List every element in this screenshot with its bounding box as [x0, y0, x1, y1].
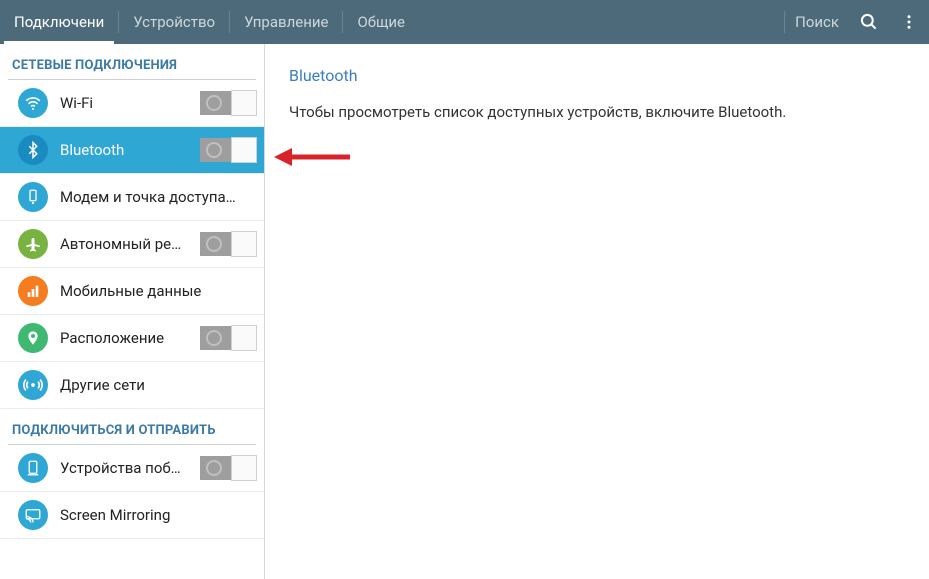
- nearby-devices-icon: [18, 453, 48, 483]
- other-networks-icon: [18, 370, 48, 400]
- section-header-connect-send: ПОДКЛЮЧИТЬСЯ И ОТПРАВИТЬ: [0, 409, 264, 444]
- sidebar-item-location[interactable]: Расположение: [0, 315, 264, 362]
- location-toggle[interactable]: [200, 326, 256, 350]
- tab-label: Устройство: [133, 13, 215, 31]
- bluetooth-toggle[interactable]: [200, 138, 256, 162]
- location-icon: [18, 323, 48, 353]
- sidebar-item-nearby[interactable]: Устройства поб…: [0, 445, 264, 492]
- sidebar: СЕТЕВЫЕ ПОДКЛЮЧЕНИЯ Wi-Fi Bluetooth Моде…: [0, 44, 265, 579]
- sidebar-item-bluetooth[interactable]: Bluetooth: [0, 127, 264, 174]
- mobile-data-icon: [18, 276, 48, 306]
- sidebar-item-screen-mirroring[interactable]: Screen Mirroring: [0, 492, 264, 539]
- content-panel: Bluetooth Чтобы просмотреть список досту…: [265, 44, 929, 579]
- tethering-icon: [18, 182, 48, 212]
- sidebar-item-label: Bluetooth: [60, 141, 200, 159]
- tab-connections[interactable]: Подключени: [0, 0, 118, 44]
- sidebar-item-mobile-data[interactable]: Мобильные данные: [0, 268, 264, 315]
- content-message: Чтобы просмотреть список доступных устро…: [289, 103, 905, 121]
- sidebar-item-label: Мобильные данные: [60, 282, 256, 300]
- wifi-icon: [18, 88, 48, 118]
- section-header-network: СЕТЕВЫЕ ПОДКЛЮЧЕНИЯ: [0, 44, 264, 79]
- content-title: Bluetooth: [289, 66, 905, 85]
- sidebar-item-label: Устройства поб…: [60, 459, 200, 477]
- airplane-icon: [18, 229, 48, 259]
- sidebar-item-airplane[interactable]: Автономный ре…: [0, 221, 264, 268]
- sidebar-item-label: Screen Mirroring: [60, 506, 256, 524]
- tab-label: Управление: [244, 13, 328, 31]
- more-icon[interactable]: [889, 0, 929, 44]
- bluetooth-icon: [18, 135, 48, 165]
- airplane-toggle[interactable]: [200, 232, 256, 256]
- tab-general[interactable]: Общие: [343, 0, 419, 44]
- sidebar-item-tethering[interactable]: Модем и точка доступа…: [0, 174, 264, 221]
- sidebar-item-wifi[interactable]: Wi-Fi: [0, 80, 264, 127]
- search-label[interactable]: Поиск: [785, 13, 849, 31]
- tab-control[interactable]: Управление: [230, 0, 342, 44]
- screen-mirroring-icon: [18, 500, 48, 530]
- tab-label: Общие: [357, 13, 405, 31]
- tab-device[interactable]: Устройство: [119, 0, 229, 44]
- tab-label: Подключени: [14, 13, 104, 31]
- sidebar-item-label: Wi-Fi: [60, 94, 200, 112]
- search-icon[interactable]: [849, 0, 889, 44]
- wifi-toggle[interactable]: [200, 91, 256, 115]
- sidebar-item-other-networks[interactable]: Другие сети: [0, 362, 264, 409]
- sidebar-item-label: Другие сети: [60, 376, 256, 394]
- app-header: Подключени Устройство Управление Общие П…: [0, 0, 929, 44]
- main-area: СЕТЕВЫЕ ПОДКЛЮЧЕНИЯ Wi-Fi Bluetooth Моде…: [0, 44, 929, 579]
- sidebar-item-label: Расположение: [60, 329, 200, 347]
- header-right: Поиск: [784, 0, 929, 44]
- sidebar-item-label: Автономный ре…: [60, 235, 200, 253]
- sidebar-item-label: Модем и точка доступа…: [60, 188, 256, 206]
- nearby-toggle[interactable]: [200, 456, 256, 480]
